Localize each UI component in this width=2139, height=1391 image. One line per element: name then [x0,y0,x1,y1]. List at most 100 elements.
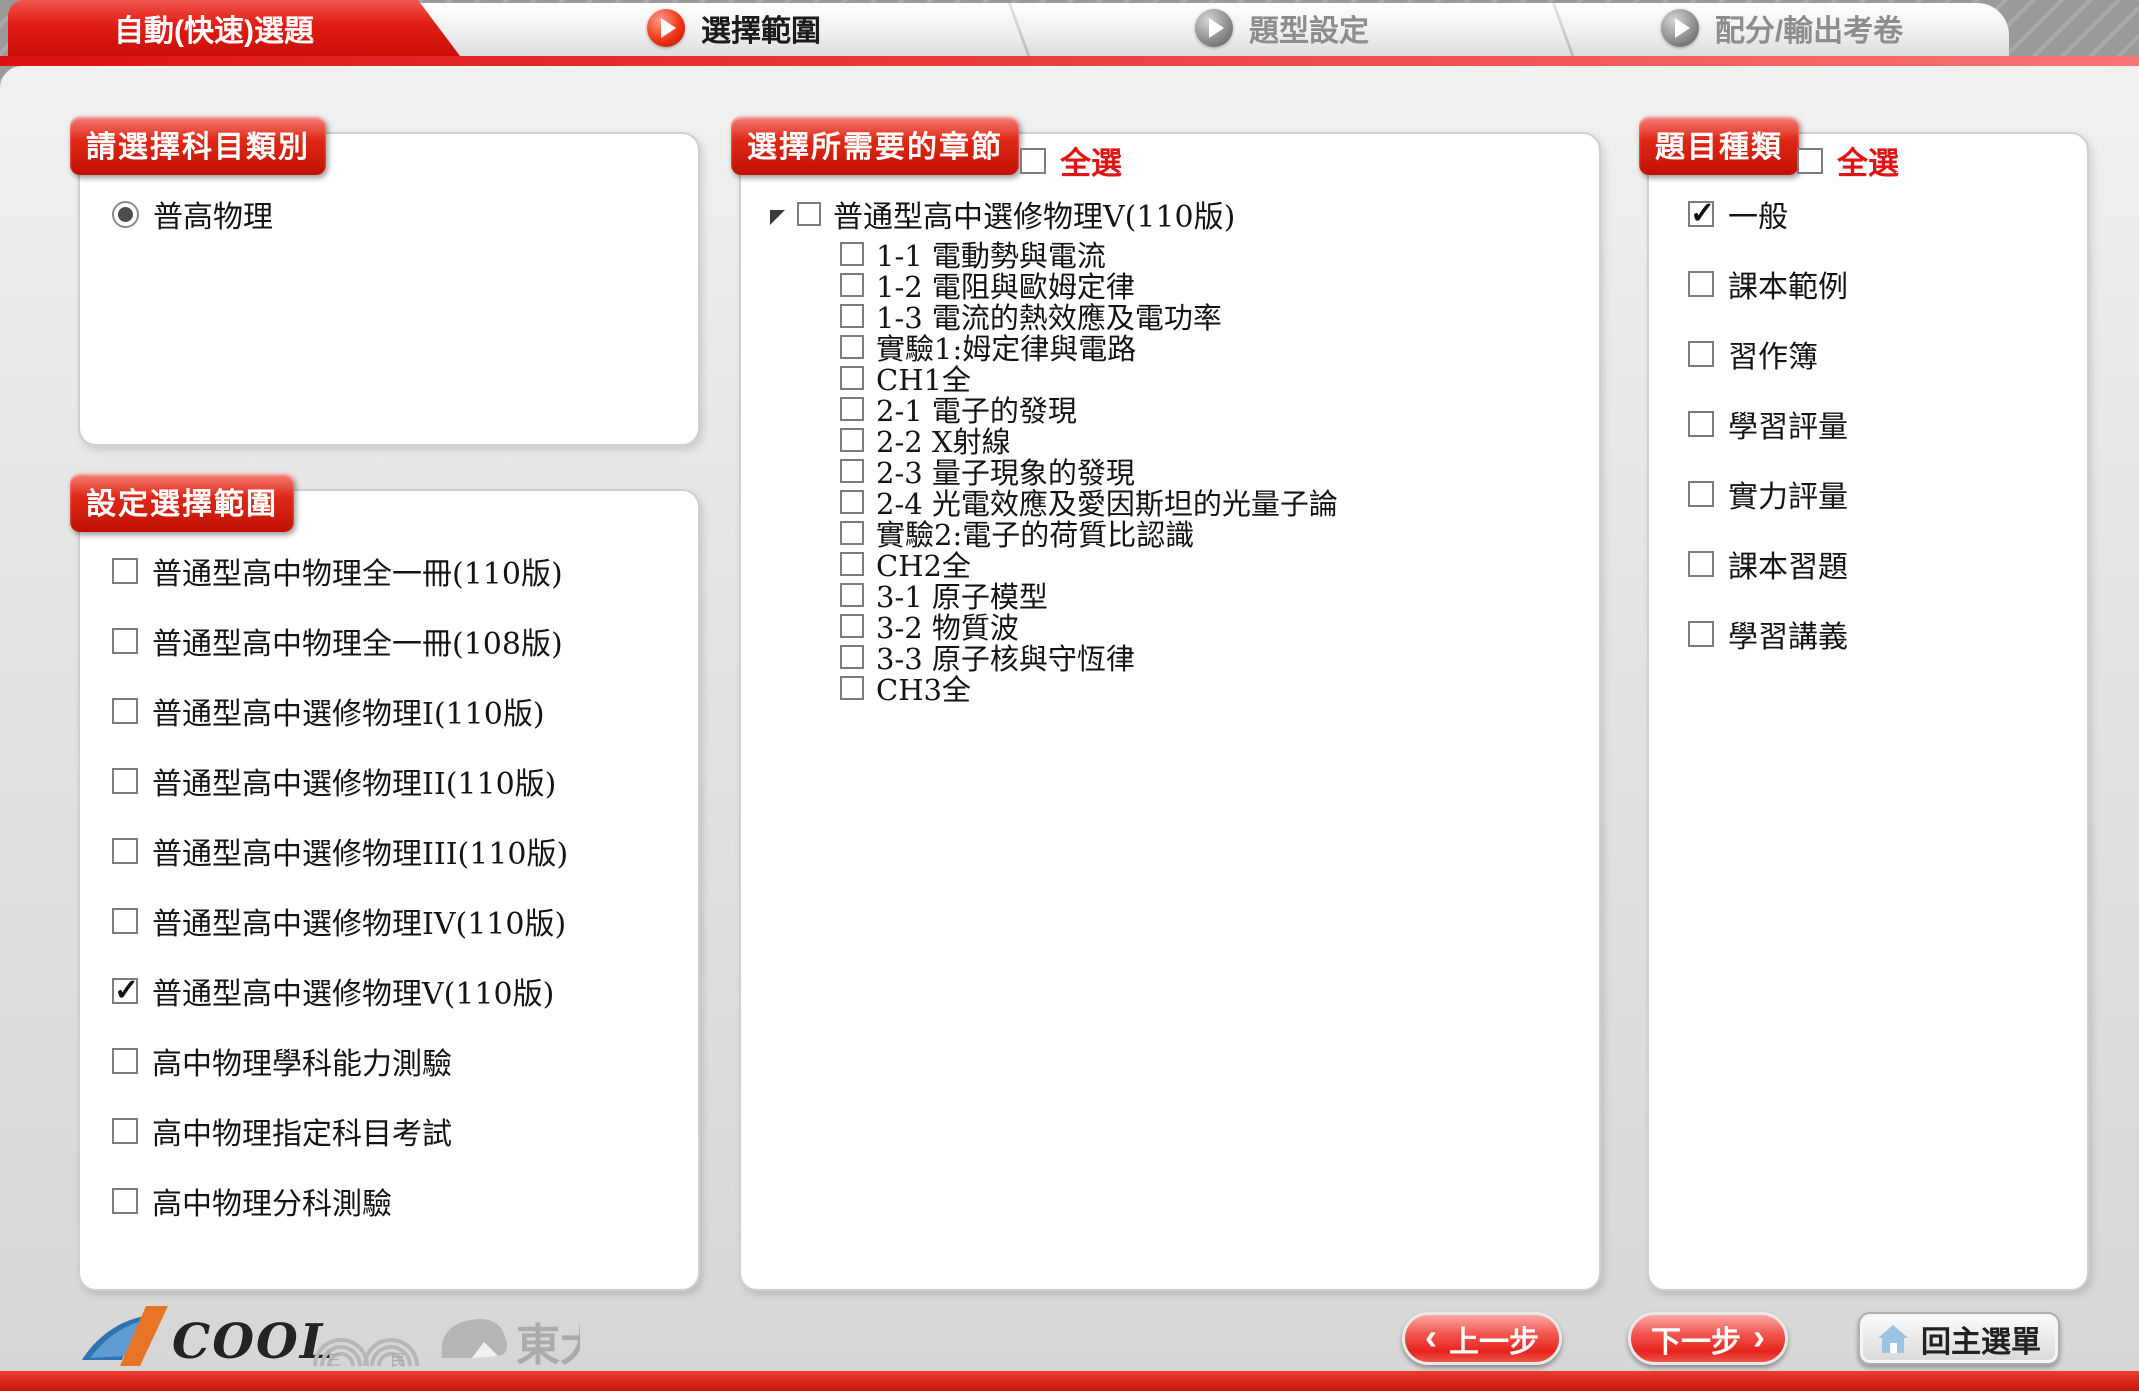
tab-label: 自動(快速)選題 [114,6,314,50]
tab-score-output[interactable]: 配分/輸出考卷 [1556,0,2008,56]
scope-item-row[interactable]: 高中物理學科能力測驗 [112,1039,568,1083]
type-select-all-checkbox[interactable] [1797,148,1823,174]
scope-list: 普通型高中物理全一冊(110版) 普通型高中物理全一冊(108版) 普通型高中選… [112,549,568,1249]
home-menu-label: 回主選單 [1921,1317,2041,1361]
scope-checkbox[interactable] [112,838,138,864]
type-item-row[interactable]: 課本範例 [1688,262,1848,306]
logo-dongda-text: 東大 [516,1320,580,1371]
subject-panel [78,132,700,446]
tab-select-range[interactable]: 選擇範圍 [460,0,1008,56]
scope-item-label: 高中物理分科測驗 [152,1179,392,1223]
type-item-row[interactable]: 習作簿 [1688,332,1848,376]
prev-step-button[interactable]: ‹ 上一步 [1402,1312,1562,1365]
chapter-label: CH3全 [876,667,971,709]
app-window: 自動(快速)選題 選擇範圍 題型設定 配分/輸出考卷 請選擇科目類別 普高物理 … [0,0,2139,1391]
scope-item-row[interactable]: 高中物理分科測驗 [112,1179,568,1223]
scope-checkbox[interactable] [112,768,138,794]
chapter-select-all[interactable]: 全選 [1020,138,1122,183]
scope-checkbox[interactable] [112,1118,138,1144]
type-checkbox[interactable] [1688,621,1714,647]
chapter-checkbox[interactable] [840,428,864,452]
tree-expander-icon[interactable] [770,210,785,225]
chapter-checkbox[interactable] [840,304,864,328]
subject-option-row[interactable]: 普高物理 [112,192,273,236]
type-item-label: 習作簿 [1728,332,1818,376]
subject-radio[interactable] [112,201,139,228]
scope-checkbox[interactable] [112,1188,138,1214]
scope-item-row[interactable]: 普通型高中選修物理V(110版) [112,969,568,1013]
logo-cool-text: COOL [172,1314,336,1370]
tab-label: 配分/輸出考卷 [1715,6,1903,50]
scope-item-label: 普通型高中選修物理I(110版) [152,689,545,733]
scope-item-row[interactable]: 高中物理指定科目考試 [112,1109,568,1153]
type-item-label: 一般 [1728,192,1788,236]
home-menu-button[interactable]: 回主選單 [1858,1312,2060,1365]
scope-checkbox[interactable] [112,628,138,654]
type-select-all[interactable]: 全選 [1797,138,1899,183]
chapter-checkbox[interactable] [840,583,864,607]
type-item-row[interactable]: 課本習題 [1688,542,1848,586]
tab-label: 選擇範圍 [701,6,821,50]
next-step-button[interactable]: 下一步 › [1628,1312,1788,1365]
type-select-all-label: 全選 [1837,138,1899,183]
subject-panel-title: 請選擇科目類別 [70,116,326,175]
chapter-tree-children: 1-1 電動勢與電流 1-2 電阻與歐姆定律 1-3 電流的熱效應及電功率 實驗… [770,238,1338,703]
scope-item-label: 普通型高中物理全一冊(108版) [152,619,563,663]
chapter-select-all-checkbox[interactable] [1020,148,1046,174]
scope-item-label: 普通型高中選修物理IV(110版) [152,899,566,943]
scope-item-row[interactable]: 普通型高中物理全一冊(110版) [112,549,568,593]
logo-cool-icon [82,1306,168,1366]
chapter-checkbox[interactable] [840,521,864,545]
bottom-red-bar [0,1371,2139,1391]
type-checkbox[interactable] [1688,341,1714,367]
scope-checkbox[interactable] [112,978,138,1004]
chapter-checkbox[interactable] [840,614,864,638]
type-checkbox[interactable] [1688,271,1714,297]
chapter-checkbox[interactable] [840,366,864,390]
chapter-panel-title: 選擇所需要的章節 [731,116,1019,175]
next-step-label: 下一步 [1651,1317,1741,1361]
play-icon [1661,9,1699,47]
chapter-checkbox[interactable] [840,397,864,421]
scope-item-row[interactable]: 普通型高中選修物理IV(110版) [112,899,568,943]
chapter-checkbox[interactable] [840,645,864,669]
chapter-select-all-label: 全選 [1060,138,1122,183]
question-type-panel-title: 題目種類 [1639,116,1799,175]
scope-item-label: 高中物理學科能力測驗 [152,1039,452,1083]
tab-label: 題型設定 [1249,6,1369,50]
chapter-checkbox[interactable] [840,335,864,359]
scope-checkbox[interactable] [112,1048,138,1074]
chapter-checkbox[interactable] [840,676,864,700]
scope-item-row[interactable]: 普通型高中選修物理I(110版) [112,689,568,733]
type-checkbox[interactable] [1688,411,1714,437]
type-checkbox[interactable] [1688,481,1714,507]
type-item-row[interactable]: 學習評量 [1688,402,1848,446]
chapter-checkbox[interactable] [840,242,864,266]
type-item-label: 課本習題 [1728,542,1848,586]
chapter-tree-root-row[interactable]: 普通型高中選修物理V(110版) [770,192,1338,236]
chapter-checkbox[interactable] [840,273,864,297]
scope-item-label: 普通型高中選修物理III(110版) [152,829,568,873]
scope-item-label: 普通型高中物理全一冊(110版) [152,549,563,593]
chapter-root-checkbox[interactable] [797,202,821,226]
scope-item-row[interactable]: 普通型高中物理全一冊(108版) [112,619,568,663]
chapter-checkbox[interactable] [840,490,864,514]
play-icon [1195,9,1233,47]
chapter-checkbox[interactable] [840,459,864,483]
type-checkbox[interactable] [1688,551,1714,577]
scope-item-row[interactable]: 普通型高中選修物理III(110版) [112,829,568,873]
type-item-row[interactable]: 學習講義 [1688,612,1848,656]
scope-checkbox[interactable] [112,558,138,584]
scope-item-label: 高中物理指定科目考試 [152,1109,452,1153]
scope-checkbox[interactable] [112,698,138,724]
chapter-checkbox[interactable] [840,552,864,576]
scope-checkbox[interactable] [112,908,138,934]
type-item-row[interactable]: 一般 [1688,192,1848,236]
logo-dongda-icon [442,1319,507,1358]
scope-item-row[interactable]: 普通型高中選修物理II(110版) [112,759,568,803]
tab-auto-quick-select[interactable]: 自動(快速)選題 [8,0,460,56]
tab-question-type-setting[interactable]: 題型設定 [1012,0,1552,56]
type-checkbox[interactable] [1688,201,1714,227]
type-item-row[interactable]: 實力評量 [1688,472,1848,516]
logo-sanmin-char-left: 三 [326,1352,341,1369]
